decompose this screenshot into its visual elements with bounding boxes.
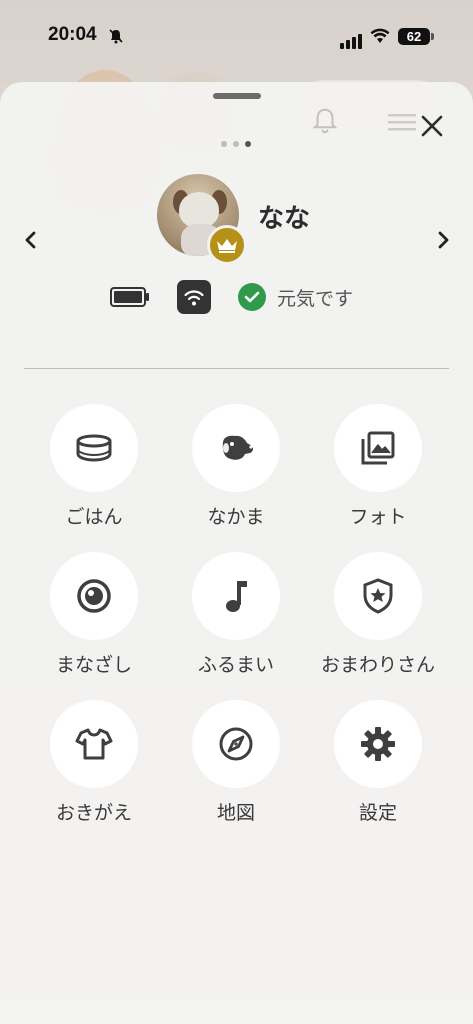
check-circle-icon — [238, 283, 266, 311]
chevron-right-icon — [438, 231, 449, 249]
menu-item-label: まなざし — [55, 654, 132, 676]
menu-item-patrol[interactable]: おまわりさん — [308, 552, 448, 677]
dog-head-icon — [222, 435, 254, 460]
menu-item-label: おまわりさん — [320, 654, 435, 676]
chevron-left-icon — [25, 231, 36, 249]
dog-menu-sheet: なな 元気です ごはん なかま フォト まなざし ふるまい おまわりさん おきが… — [0, 82, 473, 1024]
menu-item-behavior-circle — [192, 552, 280, 640]
page-dot — [221, 141, 227, 147]
menu-item-label: 設定 — [358, 802, 397, 824]
close-icon — [421, 115, 443, 137]
menu-item-friends[interactable]: なかま — [166, 404, 306, 529]
sheet-grabber[interactable] — [213, 93, 261, 99]
eye-icon — [77, 579, 111, 613]
crown-icon — [217, 239, 237, 253]
menu-item-photo[interactable]: フォト — [308, 404, 448, 529]
menu-item-label: おきがえ — [55, 802, 132, 824]
compass-icon — [219, 727, 253, 761]
battery-icon — [110, 286, 150, 308]
status-time: 20:04 — [48, 24, 97, 45]
close-button[interactable] — [412, 106, 452, 146]
dog-status-row: 元気です — [110, 280, 353, 314]
battery-status-indicator: 62 — [398, 28, 434, 45]
food-bowl-icon — [76, 434, 112, 462]
wifi-icon — [177, 280, 211, 314]
menu-item-label: 地図 — [216, 802, 255, 824]
menu-item-food-circle — [50, 404, 138, 492]
menu-item-label: ごはん — [65, 506, 123, 528]
dog-status-text: 元気です — [277, 287, 354, 310]
owner-crown-badge — [207, 225, 247, 265]
status-bar: 20:04 62 — [0, 0, 473, 74]
menu-item-photo-circle — [334, 404, 422, 492]
page-dot — [233, 141, 239, 147]
menu-item-gaze-circle — [50, 552, 138, 640]
gear-icon — [361, 727, 395, 761]
menu-item-friends-circle — [192, 404, 280, 492]
dog-name: なな — [258, 204, 311, 234]
photo-library-icon — [361, 431, 395, 465]
page-dot-active — [245, 141, 251, 147]
menu-item-gaze[interactable]: まなざし — [24, 552, 164, 677]
menu-item-map[interactable]: 地図 — [166, 700, 306, 825]
music-note-icon — [226, 581, 247, 612]
menu-item-patrol-circle — [334, 552, 422, 640]
menu-item-label: フォト — [349, 506, 407, 528]
menu-item-label: ふるまい — [197, 654, 274, 676]
menu-item-map-circle — [192, 700, 280, 788]
avatar-dog-head — [179, 192, 219, 228]
menu-item-behavior[interactable]: ふるまい — [166, 552, 306, 677]
menu-item-outfit[interactable]: おきがえ — [24, 700, 164, 825]
page-indicator — [221, 141, 251, 147]
menu-item-outfit-circle — [50, 700, 138, 788]
tshirt-icon — [75, 728, 113, 760]
menu-item-settings[interactable]: 設定 — [308, 700, 448, 825]
menu-item-food[interactable]: ごはん — [24, 404, 164, 529]
bell-off-icon — [109, 29, 123, 44]
previous-dog-button[interactable] — [18, 227, 44, 253]
cellular-signal-icon — [340, 30, 364, 49]
next-dog-button[interactable] — [430, 227, 456, 253]
section-divider — [24, 368, 449, 369]
menu-item-settings-circle — [334, 700, 422, 788]
shield-star-icon — [363, 578, 393, 614]
notification-bell-icon — [312, 108, 338, 134]
menu-item-label: なかま — [207, 506, 265, 528]
wifi-status-icon — [370, 28, 390, 43]
